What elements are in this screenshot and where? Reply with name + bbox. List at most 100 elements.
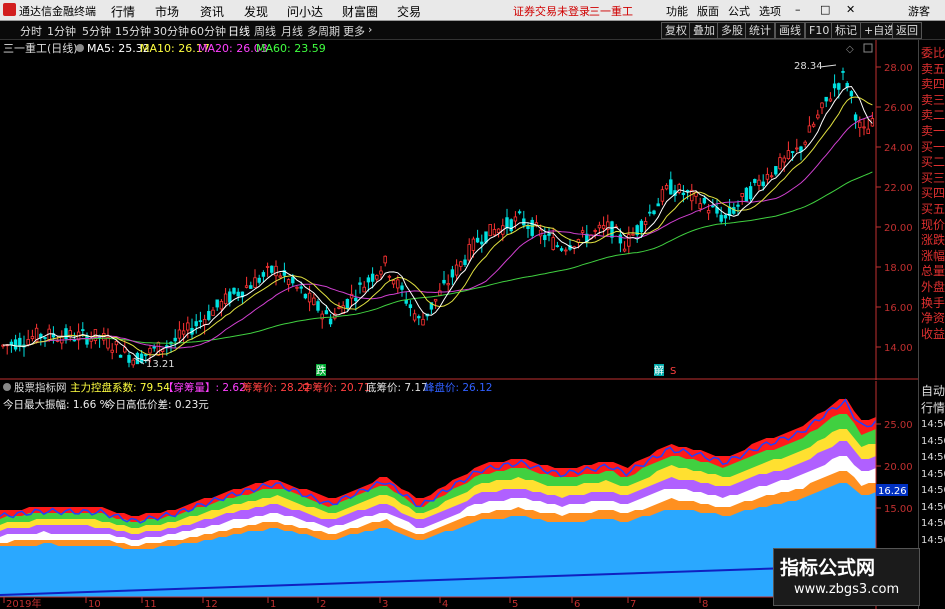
menu-discover[interactable]: 发现 <box>244 3 268 20</box>
candle-body <box>652 210 656 215</box>
menu-trade[interactable]: 交易 <box>397 3 421 20</box>
candle-body <box>81 329 85 332</box>
xaxis-label: 11 <box>144 599 157 609</box>
title-bar: 通达信金融终端 行情 市场 资讯 发现 问小达 财富圈 交易 证券交易未登录 三… <box>0 0 945 21</box>
period-more[interactable]: 更多 <box>343 23 365 39</box>
menu-news[interactable]: 资讯 <box>200 3 224 20</box>
menu-ask[interactable]: 问小达 <box>287 3 323 20</box>
sub-indicator-name: 股票指标网 <box>14 381 67 394</box>
mark-button[interactable]: 标记 <box>831 22 861 39</box>
candle-body <box>530 219 534 236</box>
period-multi[interactable]: 多周期 <box>307 23 340 39</box>
current-value-text: 16.26 <box>878 486 907 497</box>
quote-side-panel: 委比 卖五 卖四 卖三 卖二 卖一 买一 买二 买三 买四 买五 现价 涨跌 涨幅 总量 外盘 换手 净资 收益 自… <box>918 40 945 609</box>
candle-body <box>202 319 207 325</box>
menu-options[interactable]: 选项 <box>759 3 781 19</box>
quote-label: 卖五 <box>921 61 945 76</box>
login-warning[interactable]: 证券交易未登录 <box>513 3 590 19</box>
kline-bg <box>0 40 918 380</box>
adjust-button[interactable]: 复权 <box>661 22 691 39</box>
guest-label[interactable]: 游客 <box>908 3 930 19</box>
period-timeshare[interactable]: 分时 <box>20 23 42 39</box>
low-price-label: 13.21 <box>146 359 175 370</box>
candle-body <box>496 228 501 233</box>
xaxis-label: 5 <box>512 599 518 609</box>
multi-stock-button[interactable]: 多股 <box>717 22 747 39</box>
kline-chart[interactable]: 28.00 26.00 24.00 22.00 20.00 18.00 16.00 14.00… <box>0 40 918 380</box>
period-weekly[interactable]: 周线 <box>254 23 276 39</box>
f10-button[interactable]: F10 <box>805 22 834 39</box>
sub-settings-dot-icon[interactable] <box>3 383 11 391</box>
candle-body <box>786 150 791 160</box>
close-button[interactable]: ✕ <box>846 3 855 16</box>
candle-body <box>207 311 211 320</box>
period-monthly[interactable]: 月线 <box>281 23 303 39</box>
watermark-title: 指标公式网 <box>780 557 876 579</box>
sub-panel-label[interactable]: 自动 <box>921 384 945 400</box>
menu-function[interactable]: 功能 <box>666 3 688 19</box>
candle-body <box>236 291 240 297</box>
candle-body <box>299 286 303 289</box>
menu-market[interactable]: 市场 <box>155 3 179 20</box>
kline-ytick-label: 14.00 <box>884 343 913 354</box>
trade-time: 14:50 <box>921 419 945 430</box>
candle-body <box>64 328 68 340</box>
high-price-label: 28.34 <box>794 61 823 72</box>
candle-body <box>358 282 362 285</box>
candle-body <box>215 299 219 308</box>
candle-body <box>72 339 77 342</box>
max-amplitude-label: 今日最大振幅: 1.66 % <box>3 398 110 411</box>
menu-wealth[interactable]: 财富圈 <box>342 3 378 20</box>
candle-body <box>459 261 463 267</box>
candle-body <box>761 181 765 187</box>
sub-panel-label[interactable]: 行情 <box>921 401 945 417</box>
diamond-icon[interactable]: ◇ <box>846 44 854 55</box>
candle-body <box>295 286 299 289</box>
overlay-button[interactable]: 叠加 <box>689 22 719 39</box>
menu-quotes[interactable]: 行情 <box>111 3 135 20</box>
candle-body <box>383 255 387 264</box>
candle-body <box>316 301 320 311</box>
candle-body <box>391 280 396 285</box>
candle-body <box>463 259 467 265</box>
chevron-right-icon[interactable]: › <box>368 23 372 36</box>
xaxis-label: 8 <box>702 599 708 609</box>
candle-body <box>274 265 278 277</box>
candle-body <box>68 330 72 338</box>
candle-body <box>106 336 110 349</box>
signal-die-text: 跌 <box>316 364 326 377</box>
period-30min[interactable]: 30分钟 <box>153 23 189 39</box>
candle-body <box>13 339 18 350</box>
xaxis-label: 2019年 <box>6 597 41 609</box>
maximize-button[interactable]: □ <box>820 3 830 16</box>
xaxis-label: 2 <box>320 599 326 609</box>
settings-dot-icon[interactable] <box>76 44 84 52</box>
period-daily[interactable]: 日线 <box>228 23 250 39</box>
period-1min[interactable]: 1分钟 <box>47 23 76 39</box>
menu-formula[interactable]: 公式 <box>728 3 750 19</box>
candle-body <box>417 316 421 319</box>
stats-button[interactable]: 统计 <box>745 22 775 39</box>
menu-layout[interactable]: 版面 <box>697 3 719 19</box>
candle-body <box>408 304 413 309</box>
period-5min[interactable]: 5分钟 <box>82 23 111 39</box>
signal-jie-text: 解 <box>654 364 664 377</box>
candle-body <box>610 221 614 238</box>
candle-body <box>551 237 555 250</box>
candle-body <box>181 330 186 335</box>
candle-body <box>85 335 89 345</box>
candle-body <box>379 270 383 275</box>
quote-label: 净资 <box>921 311 945 326</box>
back-button[interactable]: 返回 <box>892 22 922 39</box>
candle-body <box>597 224 602 229</box>
candle-body <box>173 337 177 342</box>
period-60min[interactable]: 60分钟 <box>190 23 226 39</box>
candle-body <box>513 216 518 222</box>
quote-label: 买三 <box>921 170 945 185</box>
minimize-button[interactable]: – <box>795 3 801 16</box>
sub-ytick-label: 15.00 <box>884 504 913 515</box>
draw-line-button[interactable]: 画线 <box>775 22 805 39</box>
period-15min[interactable]: 15分钟 <box>115 23 151 39</box>
candle-body <box>849 91 854 97</box>
candle-body <box>362 286 366 293</box>
